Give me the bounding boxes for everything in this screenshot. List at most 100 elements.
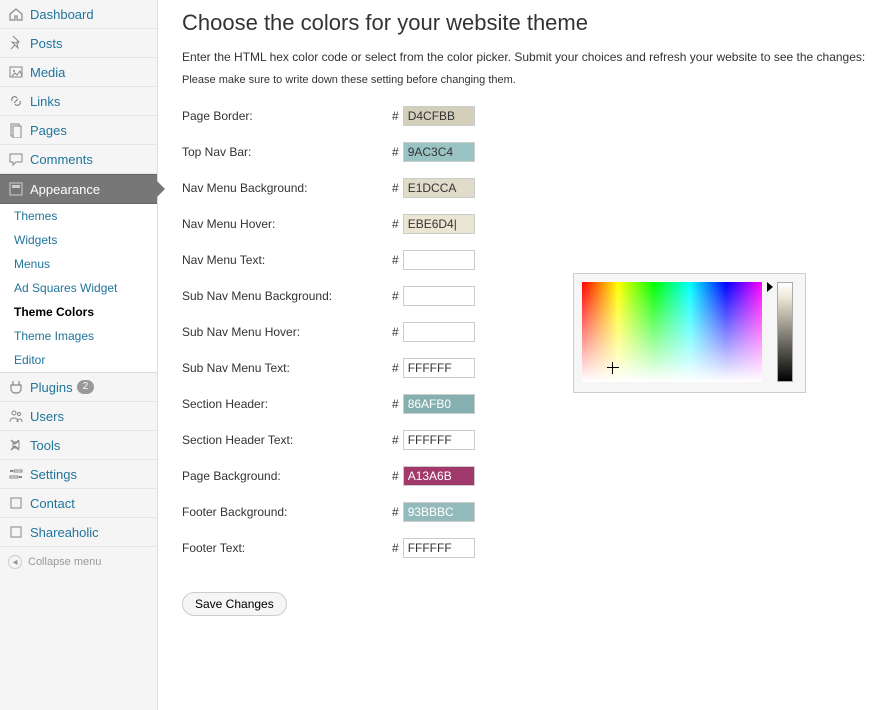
page-note: Please make sure to write down these set… — [182, 74, 869, 86]
hash-prefix: # — [392, 397, 399, 411]
menu-item-comments[interactable]: Comments — [0, 145, 157, 174]
save-button[interactable]: Save Changes — [182, 592, 287, 616]
field-label: Page Border: — [182, 109, 392, 123]
plugin-badge: 2 — [77, 380, 95, 394]
color-field-row: Page Background:# — [182, 466, 869, 486]
color-input[interactable] — [403, 430, 475, 450]
submenu-item-themes[interactable]: Themes — [0, 204, 157, 228]
menu-item-links[interactable]: Links — [0, 87, 157, 116]
color-picker-popup[interactable] — [573, 273, 806, 393]
menu-item-appearance[interactable]: Appearance — [0, 174, 157, 204]
menu-item-pages[interactable]: Pages — [0, 116, 157, 145]
home-icon — [8, 6, 24, 22]
hash-prefix: # — [392, 289, 399, 303]
users-icon — [8, 408, 24, 424]
menu-item-contact[interactable]: Contact — [0, 489, 157, 518]
pin-icon — [8, 35, 24, 51]
submenu-item-ad-squares-widget[interactable]: Ad Squares Widget — [0, 276, 157, 300]
menu-item-dashboard[interactable]: Dashboard — [0, 0, 157, 29]
field-label: Sub Nav Menu Background: — [182, 289, 392, 303]
menu-label: Settings — [30, 467, 77, 482]
hash-prefix: # — [392, 217, 399, 231]
color-input[interactable] — [403, 286, 475, 306]
color-field-row: Page Border:# — [182, 106, 869, 126]
field-label: Footer Text: — [182, 541, 392, 555]
menu-label: Tools — [30, 438, 60, 453]
page-instruction: Enter the HTML hex color code or select … — [182, 50, 869, 64]
menu-item-shareaholic[interactable]: Shareaholic — [0, 518, 157, 547]
color-field-row: Top Nav Bar:# — [182, 142, 869, 162]
menu-item-settings[interactable]: Settings — [0, 460, 157, 489]
menu-label: Media — [30, 65, 65, 80]
field-label: Sub Nav Menu Hover: — [182, 325, 392, 339]
field-label: Nav Menu Hover: — [182, 217, 392, 231]
submenu-item-menus[interactable]: Menus — [0, 252, 157, 276]
collapse-menu[interactable]: ◂ Collapse menu — [0, 547, 157, 577]
field-label: Section Header Text: — [182, 433, 392, 447]
field-label: Footer Background: — [182, 505, 392, 519]
field-label: Nav Menu Text: — [182, 253, 392, 267]
comment-icon — [8, 151, 24, 167]
field-label: Page Background: — [182, 469, 392, 483]
menu-label: Plugins — [30, 380, 73, 395]
plugin-icon — [8, 379, 24, 395]
color-input[interactable] — [403, 322, 475, 342]
menu-item-media[interactable]: Media — [0, 58, 157, 87]
collapse-icon: ◂ — [8, 555, 22, 569]
collapse-label: Collapse menu — [28, 556, 101, 568]
color-input[interactable] — [403, 394, 475, 414]
color-field-row: Nav Menu Hover:# — [182, 214, 869, 234]
menu-item-tools[interactable]: Tools — [0, 431, 157, 460]
color-input[interactable] — [403, 250, 475, 270]
menu-label: Shareaholic — [30, 525, 99, 540]
admin-sidebar: Dashboard Posts Media Links PagesCommentsApp… — [0, 0, 158, 710]
field-label: Sub Nav Menu Text: — [182, 361, 392, 375]
submenu-item-widgets[interactable]: Widgets — [0, 228, 157, 252]
submenu-item-theme-images[interactable]: Theme Images — [0, 324, 157, 348]
field-label: Nav Menu Background: — [182, 181, 392, 195]
page-title: Choose the colors for your website theme — [182, 10, 869, 36]
hash-prefix: # — [392, 253, 399, 267]
submenu-item-theme-colors[interactable]: Theme Colors — [0, 300, 157, 324]
color-input[interactable] — [403, 358, 475, 378]
page-icon — [8, 122, 24, 138]
hash-prefix: # — [392, 109, 399, 123]
hash-prefix: # — [392, 541, 399, 555]
color-field-row: Section Header:# — [182, 394, 869, 414]
color-input[interactable] — [403, 106, 475, 126]
hash-prefix: # — [392, 145, 399, 159]
settings-icon — [8, 466, 24, 482]
submenu-item-editor[interactable]: Editor — [0, 348, 157, 372]
menu-label: Dashboard — [30, 7, 94, 22]
lightness-slider[interactable] — [777, 282, 793, 382]
hash-prefix: # — [392, 433, 399, 447]
color-input[interactable] — [403, 178, 475, 198]
generic-icon — [8, 495, 24, 511]
spectrum-area[interactable] — [582, 282, 762, 382]
main-content: Choose the colors for your website theme… — [158, 0, 893, 710]
tools-icon — [8, 437, 24, 453]
hash-prefix: # — [392, 469, 399, 483]
menu-item-users[interactable]: Users — [0, 402, 157, 431]
lightness-pointer — [767, 282, 773, 292]
color-input[interactable] — [403, 466, 475, 486]
color-input[interactable] — [403, 538, 475, 558]
menu-label: Contact — [30, 496, 75, 511]
hash-prefix: # — [392, 361, 399, 375]
color-input[interactable] — [403, 142, 475, 162]
link-icon — [8, 93, 24, 109]
color-input[interactable] — [403, 214, 475, 234]
color-field-row: Nav Menu Text:# — [182, 250, 869, 270]
menu-item-posts[interactable]: Posts — [0, 29, 157, 58]
color-field-row: Footer Background:# — [182, 502, 869, 522]
color-input[interactable] — [403, 502, 475, 522]
menu-label: Links — [30, 94, 60, 109]
hash-prefix: # — [392, 505, 399, 519]
generic-icon — [8, 524, 24, 540]
color-field-row: Nav Menu Background:# — [182, 178, 869, 198]
menu-item-plugins[interactable]: Plugins 2 — [0, 373, 157, 402]
color-field-row: Footer Text:# — [182, 538, 869, 558]
color-field-row: Section Header Text:# — [182, 430, 869, 450]
appearance-submenu: ThemesWidgetsMenusAd Squares WidgetTheme… — [0, 204, 157, 373]
media-icon — [8, 64, 24, 80]
